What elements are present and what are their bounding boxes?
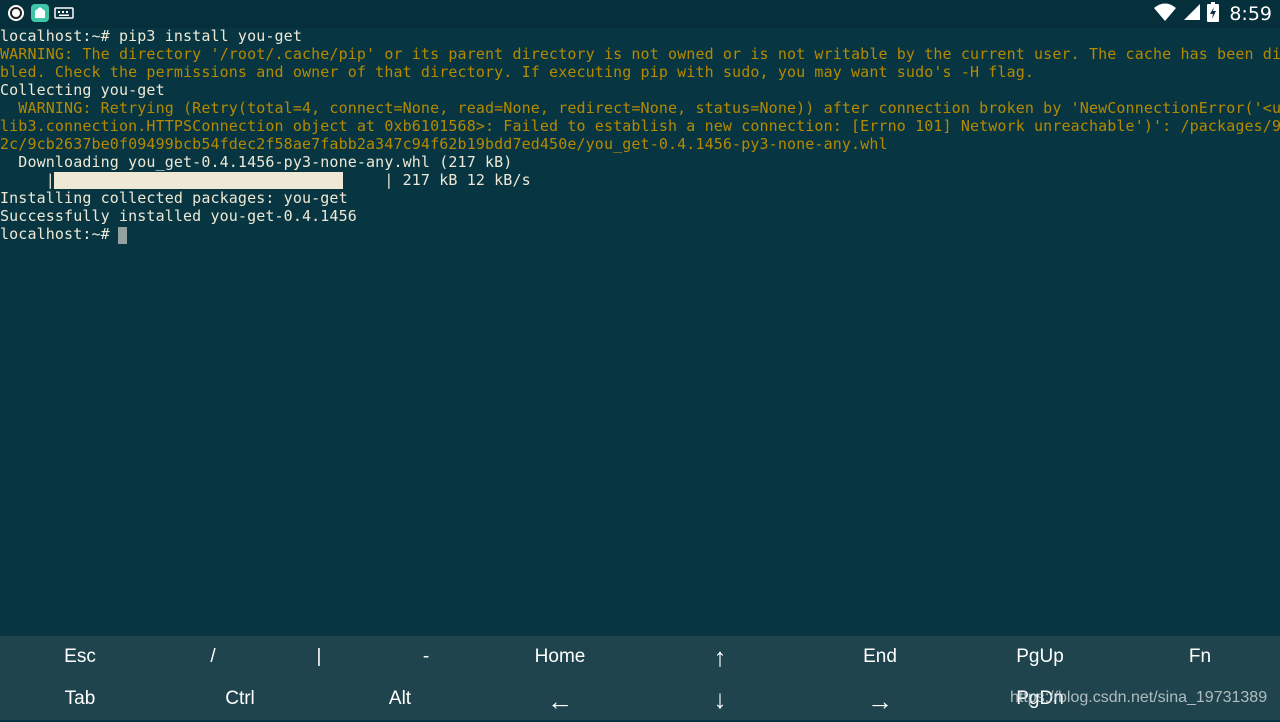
terminal-line: Successfully installed you-get-0.4.1456	[0, 207, 357, 225]
terminal-line: Collecting you-get	[0, 81, 165, 99]
terminal-line: Downloading you_get-0.4.1456-py3-none-an…	[0, 153, 513, 171]
key-pgup[interactable]: PgUp	[960, 636, 1120, 678]
terminal-line: WARNING: Retrying (Retry(total=4, connec…	[0, 99, 1280, 117]
key-tab[interactable]: Tab	[0, 678, 160, 720]
watermark-text: https://blog.csdn.net/sina_19731389	[1010, 689, 1268, 706]
terminal-line: WARNING: The directory '/root/.cache/pip…	[0, 45, 1280, 63]
store-icon	[30, 3, 50, 23]
terminal-line: 2c/9cb2637be0f09499bcb54fdec2f58ae7fabb2…	[0, 135, 888, 153]
terminal-prompt: localhost:~#	[0, 225, 119, 243]
status-bar: 8:59	[0, 0, 1280, 28]
clock: 8:59	[1229, 3, 1272, 25]
key-ctrl[interactable]: Ctrl	[160, 678, 320, 720]
text-cursor	[118, 227, 127, 244]
keyboard-icon	[54, 3, 74, 23]
system-icons: 8:59	[1153, 0, 1272, 28]
signal-icon	[1183, 3, 1201, 25]
key-home[interactable]: Home	[480, 636, 640, 678]
terminal-output[interactable]: localhost:~# pip3 install you-get WARNIN…	[0, 27, 1280, 633]
key-end[interactable]: End	[800, 636, 960, 678]
key-fn[interactable]: Fn	[1120, 636, 1280, 678]
download-progress-bar	[54, 172, 343, 189]
terminal-line: localhost:~# pip3 install you-get	[0, 27, 302, 45]
wifi-icon	[1153, 2, 1177, 26]
app-icon	[6, 3, 26, 23]
key-left-arrow[interactable]: ←	[480, 680, 640, 722]
terminal-line: Installing collected packages: you-get	[0, 189, 348, 207]
battery-icon	[1207, 2, 1220, 26]
key-down-arrow[interactable]: ↓	[640, 678, 800, 720]
notification-icons	[6, 3, 74, 23]
key-right-arrow[interactable]: →	[800, 680, 960, 722]
terminal-line: lib3.connection.HTTPSConnection object a…	[0, 117, 1280, 135]
terminal-line: bled. Check the permissions and owner of…	[0, 63, 1035, 81]
key-alt[interactable]: Alt	[320, 678, 480, 720]
key-up-arrow[interactable]: ↑	[640, 636, 800, 678]
